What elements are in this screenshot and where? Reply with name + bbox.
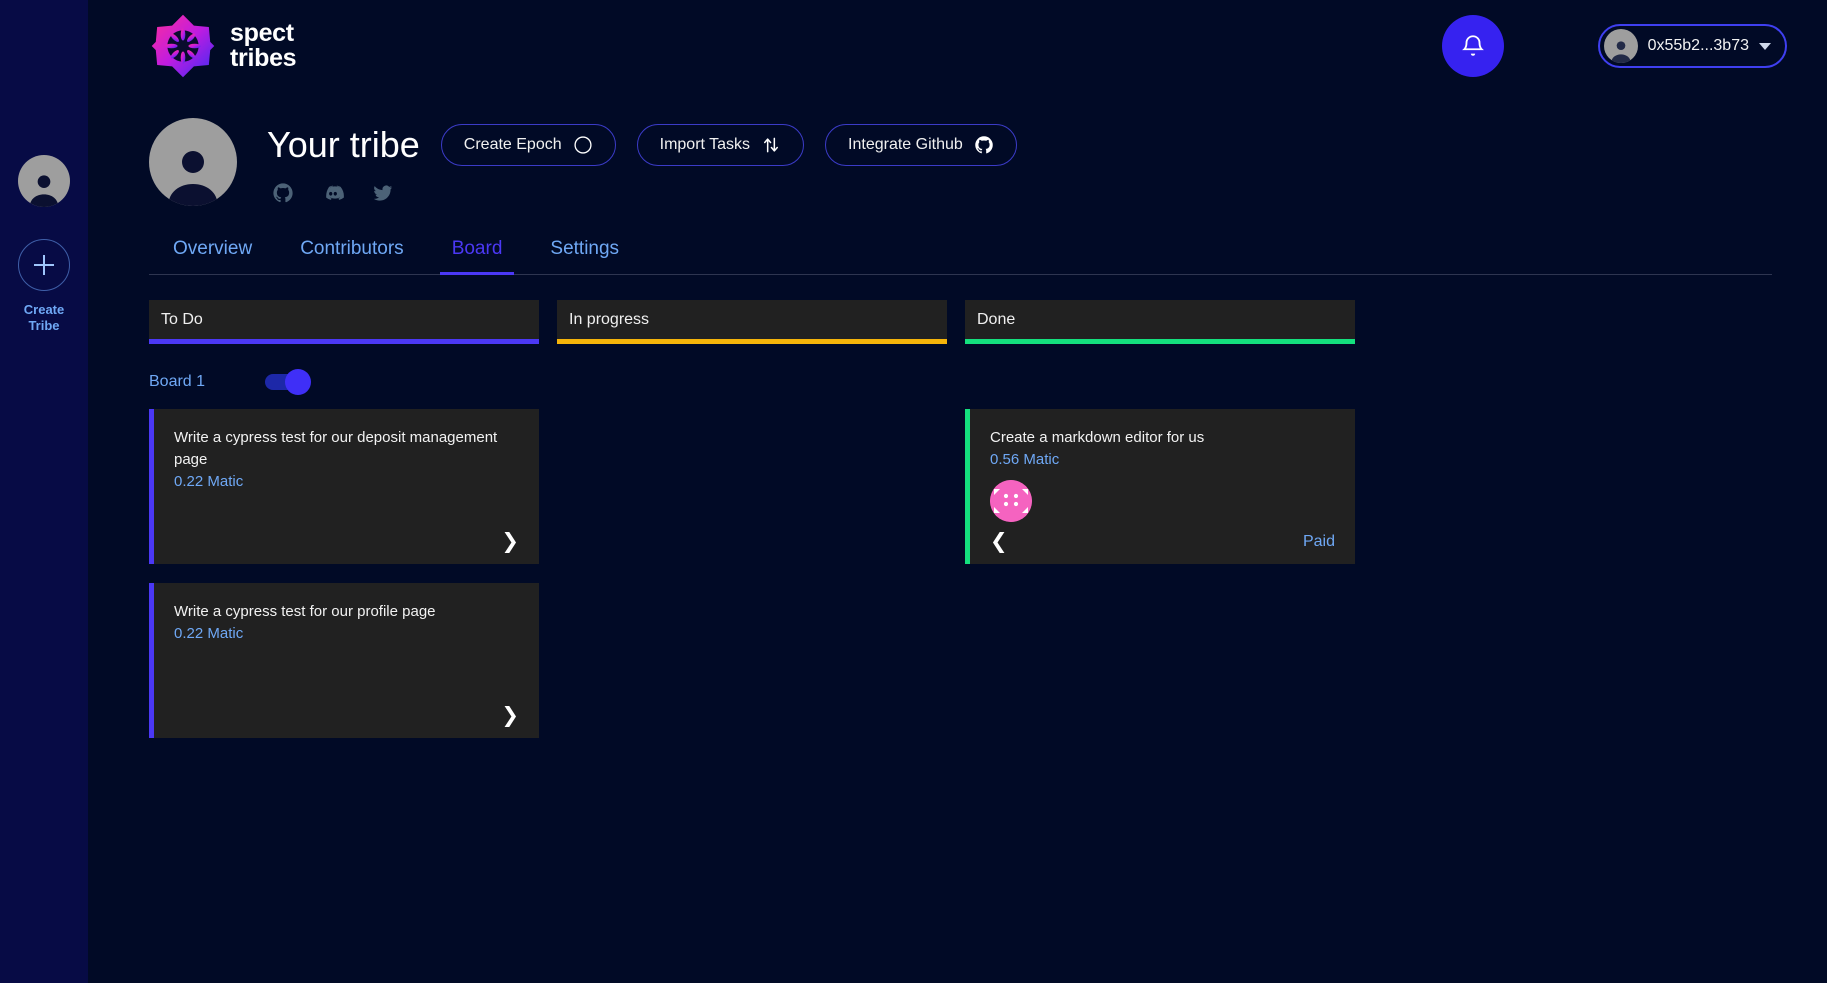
pink-identicon-avatar-icon [990, 480, 1032, 522]
sidebar-profile-avatar[interactable] [18, 155, 70, 207]
column-header-todo[interactable]: To Do [149, 300, 539, 344]
assignee-avatar[interactable] [990, 480, 1032, 522]
toggle-knob [285, 369, 312, 395]
tab-contributors[interactable]: Contributors [276, 238, 428, 274]
task-card-footer: ❯ [174, 705, 519, 726]
person-avatar-icon [168, 151, 218, 206]
person-avatar-icon [1610, 41, 1631, 63]
board-lanes: Write a cypress test for our deposit man… [149, 409, 1772, 738]
app-root: Create Tribe spect tribes 0x55b2...3b73 … [0, 0, 1827, 983]
integrate-github-button[interactable]: Integrate Github [825, 124, 1017, 166]
brand-line1: spect [230, 19, 294, 47]
task-title: Write a cypress test for our deposit man… [174, 429, 498, 468]
create-tribe-button[interactable] [18, 239, 70, 291]
column-header-in-progress[interactable]: In progress [557, 300, 947, 344]
integrate-github-label: Integrate Github [848, 136, 963, 153]
chevron-right-icon[interactable]: ❯ [501, 705, 519, 726]
lane-in-progress[interactable] [557, 409, 947, 449]
chevron-down-icon[interactable] [1759, 42, 1771, 50]
board-column-headers: To Do In progress Done [149, 300, 1772, 344]
tribe-avatar[interactable] [149, 118, 237, 206]
chevron-left-icon[interactable]: ❮ [990, 531, 1008, 552]
main-area: spect tribes 0x55b2...3b73 Your tribe Cr… [88, 0, 1827, 983]
github-icon[interactable] [272, 182, 294, 204]
task-title: Create a markdown editor for us [990, 429, 1205, 446]
wallet-avatar [1603, 29, 1638, 63]
left-sidebar: Create Tribe [0, 0, 88, 983]
board-group-row: Board 1 [149, 369, 1772, 395]
discord-icon[interactable] [322, 182, 344, 204]
column-title: Done [977, 310, 1016, 328]
task-reward: 0.22 Matic [174, 473, 244, 490]
sort-arrows-icon [764, 137, 779, 153]
task-card-footer: ❯ [174, 531, 519, 552]
task-card[interactable]: Write a cypress test for our profile pag… [149, 583, 539, 738]
create-epoch-button[interactable]: Create Epoch [440, 124, 616, 166]
tab-settings[interactable]: Settings [526, 238, 643, 274]
wallet-address: 0x55b2...3b73 [1647, 37, 1749, 54]
page-content: Your tribe Create Epoch Import Tasks Int… [88, 92, 1827, 738]
contrast-moon-icon [574, 136, 592, 154]
task-status-badge: Paid [1302, 532, 1335, 550]
github-icon [975, 136, 993, 154]
import-tasks-button[interactable]: Import Tasks [636, 124, 805, 166]
task-title: Write a cypress test for our profile pag… [174, 603, 436, 620]
create-tribe-label: Create Tribe [9, 302, 79, 334]
import-tasks-label: Import Tasks [659, 136, 751, 153]
board-group-label: Board 1 [149, 373, 206, 390]
lane-todo: Write a cypress test for our deposit man… [149, 409, 539, 738]
task-reward: 0.56 Matic [990, 451, 1060, 468]
tribe-social-links [267, 182, 1017, 204]
notifications-button[interactable] [1441, 15, 1504, 77]
task-reward: 0.22 Matic [174, 625, 244, 642]
wallet-account-chip[interactable]: 0x55b2...3b73 [1597, 24, 1787, 68]
brand-line2: tribes [230, 44, 297, 72]
spect-star-logo-icon [151, 14, 215, 78]
person-avatar-icon [29, 175, 59, 207]
task-card[interactable]: Write a cypress test for our deposit man… [149, 409, 539, 564]
tab-board[interactable]: Board [428, 238, 527, 275]
tribe-meta: Your tribe Create Epoch Import Tasks Int… [267, 118, 1017, 204]
column-header-done[interactable]: Done [965, 300, 1355, 344]
plus-icon [34, 255, 54, 275]
lane-done: Create a markdown editor for us 0.56 Mat… [965, 409, 1355, 564]
brand-wordmark: spect tribes [230, 19, 297, 72]
column-title: In progress [569, 310, 650, 328]
create-epoch-label: Create Epoch [463, 136, 562, 153]
bell-icon [1461, 35, 1484, 56]
tab-bar: Overview Contributors Board Settings [149, 238, 1772, 275]
board-visibility-toggle[interactable] [265, 369, 312, 395]
tribe-header: Your tribe Create Epoch Import Tasks Int… [149, 92, 1772, 206]
brand-logo[interactable]: spect tribes [149, 12, 297, 80]
page-title: Your tribe [267, 124, 420, 165]
tribe-title-row: Your tribe Create Epoch Import Tasks Int… [267, 124, 1017, 166]
top-bar: spect tribes 0x55b2...3b73 [88, 0, 1827, 92]
chevron-right-icon[interactable]: ❯ [501, 531, 519, 552]
create-tribe-label-line1: Create [23, 302, 65, 317]
twitter-icon[interactable] [372, 182, 394, 204]
tab-overview[interactable]: Overview [149, 238, 276, 274]
task-card-footer: ❮ Paid [990, 531, 1335, 552]
create-tribe-label-line2: Tribe [28, 318, 60, 333]
task-card[interactable]: Create a markdown editor for us 0.56 Mat… [965, 409, 1355, 564]
column-title: To Do [161, 310, 203, 328]
